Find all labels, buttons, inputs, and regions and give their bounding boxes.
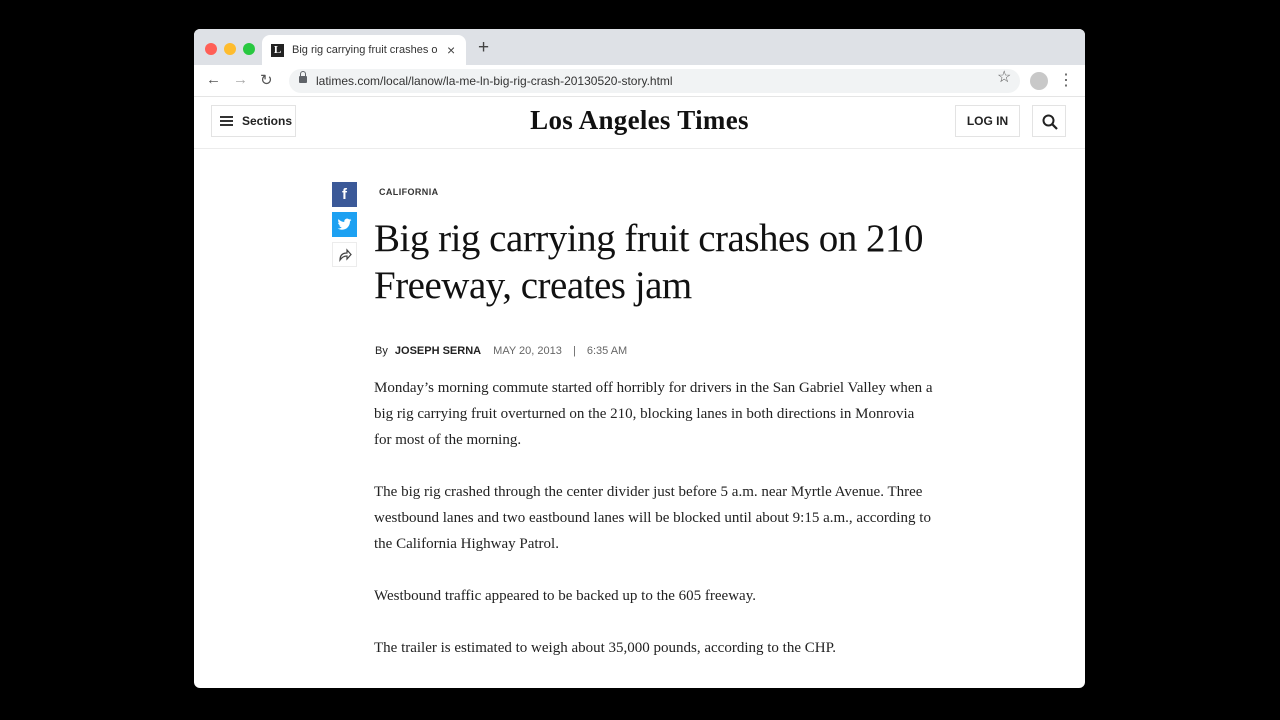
search-icon [1042, 114, 1058, 130]
facebook-share-icon[interactable]: f [332, 182, 357, 207]
share-more-icon[interactable] [332, 242, 357, 267]
author-link[interactable]: JOSEPH SERNA [395, 345, 481, 357]
site-logo[interactable]: Los Angeles Times [494, 105, 785, 136]
url-text[interactable]: latimes.com/local/lanow/la-me-ln-big-rig… [316, 74, 673, 88]
latimes-favicon-icon: L [271, 44, 284, 57]
article-paragraph: The trailer is estimated to weigh about … [374, 640, 836, 656]
profile-avatar[interactable] [1030, 72, 1048, 90]
sections-label: Sections [242, 114, 293, 128]
new-tab-icon[interactable]: + [478, 38, 489, 57]
section-kicker[interactable]: CALIFORNIA [379, 187, 439, 197]
byline-separator: | [572, 345, 576, 357]
publish-date: MAY 20, 2013 [493, 345, 562, 357]
article-headline: Big rig carrying fruit crashes on 210 Fr… [374, 217, 924, 307]
tab-bar: L Big rig carrying fruit crashes on 210 … [194, 29, 1085, 65]
bookmark-star-icon[interactable]: ☆ [997, 67, 1011, 87]
reload-icon[interactable]: ↻ [260, 71, 273, 89]
article-body: Monday’s morning commute started off hor… [374, 375, 934, 687]
back-icon[interactable]: ← [206, 71, 221, 88]
browser-window: L Big rig carrying fruit crashes on 210 … [194, 29, 1085, 688]
browser-menu-icon[interactable]: ⋮ [1058, 70, 1074, 90]
login-button[interactable]: LOG IN [955, 105, 1020, 137]
browser-tab[interactable]: L Big rig carrying fruit crashes on 210 … [262, 35, 466, 65]
close-window-button[interactable] [205, 43, 217, 55]
byline: By JOSEPH SERNA MAY 20, 2013 | 6:35 AM [375, 345, 627, 357]
lock-icon [299, 71, 307, 83]
byline-prefix: By [375, 345, 388, 357]
search-button[interactable] [1032, 105, 1066, 137]
tab-close-icon[interactable]: × [447, 42, 455, 58]
publish-time: 6:35 AM [586, 345, 628, 357]
article-paragraph: The big rig crashed through the center d… [374, 484, 931, 552]
site-header: Sections Los Angeles Times LOG IN [194, 97, 1085, 149]
forward-icon[interactable]: → [233, 71, 248, 88]
article-paragraph: Monday’s morning commute started off hor… [374, 380, 933, 448]
twitter-share-icon[interactable] [332, 212, 357, 237]
browser-toolbar: ← → ↻ latimes.com/local/lanow/la-me-ln-b… [194, 65, 1085, 97]
sections-button[interactable]: Sections [211, 105, 296, 137]
address-bar[interactable]: latimes.com/local/lanow/la-me-ln-big-rig… [289, 69, 1020, 93]
hamburger-icon [220, 116, 233, 118]
article-paragraph: Westbound traffic appeared to be backed … [374, 588, 756, 604]
tab-title: Big rig carrying fruit crashes on 210 [292, 44, 438, 56]
zoom-window-button[interactable] [243, 43, 255, 55]
minimize-window-button[interactable] [224, 43, 236, 55]
